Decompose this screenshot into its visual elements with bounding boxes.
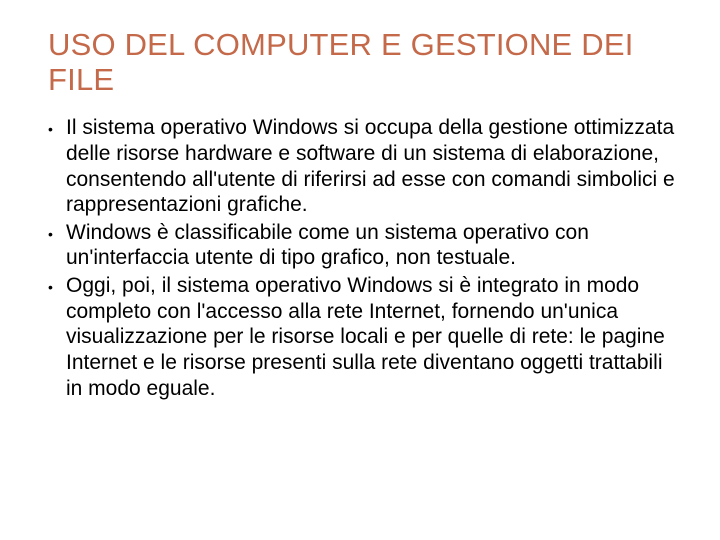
- bullet-text: Windows è classificabile come un sistema…: [66, 220, 680, 271]
- slide-body: • Il sistema operativo Windows si occupa…: [48, 115, 680, 401]
- list-item: • Oggi, poi, il sistema operativo Window…: [48, 273, 680, 401]
- bullet-icon: •: [48, 115, 62, 142]
- slide-title: USO DEL COMPUTER E GESTIONE DEI FILE: [48, 28, 680, 97]
- bullet-icon: •: [48, 273, 62, 300]
- bullet-text: Oggi, poi, il sistema operativo Windows …: [66, 273, 680, 401]
- slide: USO DEL COMPUTER E GESTIONE DEI FILE • I…: [0, 0, 720, 540]
- list-item: • Windows è classificabile come un siste…: [48, 220, 680, 271]
- list-item: • Il sistema operativo Windows si occupa…: [48, 115, 680, 217]
- bullet-text: Il sistema operativo Windows si occupa d…: [66, 115, 680, 217]
- bullet-icon: •: [48, 220, 62, 247]
